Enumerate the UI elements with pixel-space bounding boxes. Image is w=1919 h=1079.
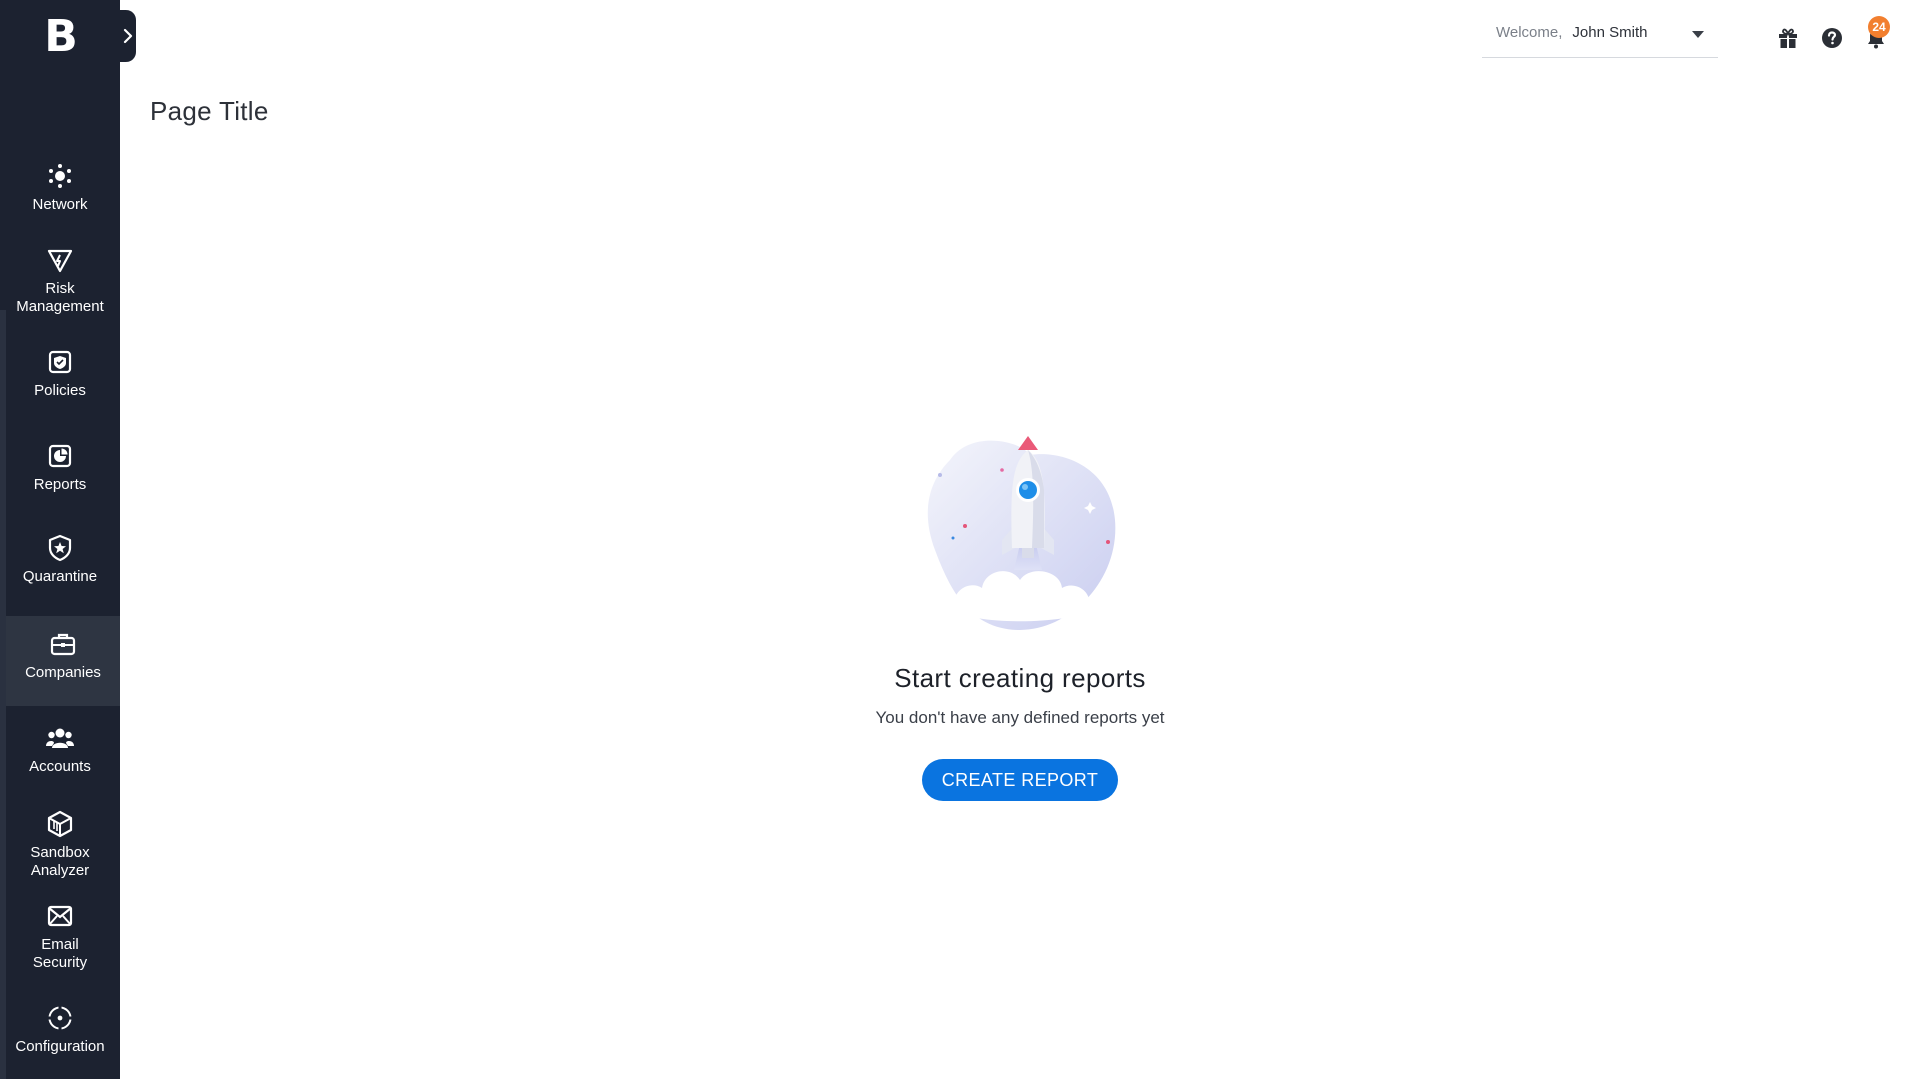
user-menu-dropdown[interactable]: Welcome, John Smith (1482, 24, 1718, 58)
sidebar-item-companies[interactable]: Companies (6, 616, 120, 706)
risk-management-icon (46, 246, 74, 274)
quarantine-shield-icon (46, 534, 74, 562)
gear-icon (46, 1004, 74, 1032)
sidebar-item-sandbox-analyzer[interactable]: Sandbox Analyzer (0, 810, 120, 880)
reports-icon (46, 442, 74, 470)
sidebar-item-label: Email Security (32, 936, 88, 971)
sidebar-item-network[interactable]: Network (0, 162, 120, 214)
sidebar-item-label: Quarantine (22, 568, 98, 585)
sidebar-item-label: Network (32, 196, 88, 213)
email-shield-icon (46, 902, 74, 930)
rocket-launch-illustration (910, 420, 1130, 640)
sidebar-item-label: Accounts (29, 758, 91, 775)
brand-logo[interactable]: B (0, 0, 120, 72)
empty-state-heading: Start creating reports (894, 663, 1146, 693)
sidebar-item-label: Policies (34, 382, 86, 399)
sidebar-item-accounts[interactable]: Accounts (0, 724, 120, 776)
sidebar-item-label: Companies (25, 664, 101, 681)
help-icon[interactable] (1820, 26, 1844, 50)
create-report-button[interactable]: CREATE REPORT (922, 759, 1118, 801)
sidebar-expand-toggle[interactable] (120, 10, 136, 62)
sidebar-item-configuration[interactable]: Configuration (0, 1004, 120, 1056)
sidebar-item-email-security[interactable]: Email Security (0, 902, 120, 972)
sidebar-item-quarantine[interactable]: Quarantine (0, 534, 120, 586)
sidebar-item-risk-management[interactable]: Risk Management (0, 246, 120, 316)
notification-count-badge: 24 (1868, 16, 1890, 38)
user-name: John Smith (1572, 24, 1648, 41)
sidebar-item-reports[interactable]: Reports (0, 442, 120, 494)
network-icon (46, 162, 74, 190)
sidebar-item-label: Reports (33, 476, 87, 493)
welcome-label: Welcome, (1496, 24, 1563, 41)
logo-text: B (44, 10, 78, 62)
chevron-right-icon (123, 28, 133, 44)
users-icon (46, 724, 74, 752)
sidebar-item-label: Configuration (15, 1038, 105, 1055)
caret-down-icon (1692, 31, 1704, 38)
cube-icon (46, 810, 74, 838)
policies-icon (46, 348, 74, 376)
gift-icon[interactable] (1776, 26, 1800, 50)
sidebar-item-label: Risk Management (16, 280, 104, 315)
sidebar-item-label: Sandbox Analyzer (30, 844, 90, 879)
sidebar: B Network Risk Management Policies Repor… (0, 0, 120, 1079)
sidebar-item-policies[interactable]: Policies (0, 348, 120, 400)
briefcase-icon (49, 630, 77, 658)
empty-state-subtext: You don't have any defined reports yet (875, 708, 1165, 727)
page-title: Page Title (150, 96, 269, 126)
